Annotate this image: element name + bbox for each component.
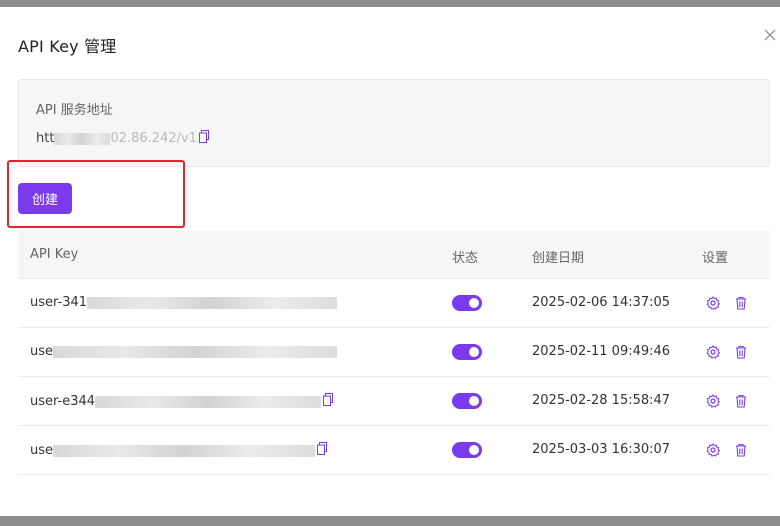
table-row: user-341 2025-02-06 14:37:05 [18,279,770,328]
status-toggle[interactable] [452,295,482,311]
backdrop-bottom [0,516,780,526]
redacted-key [53,345,338,358]
trash-icon[interactable] [734,393,750,409]
redacted-key [95,395,322,408]
status-toggle[interactable] [452,393,482,409]
api-key-prefix: use [30,344,54,359]
api-key-cell: user-e344 [30,393,334,410]
gear-icon[interactable] [706,295,722,311]
api-key-prefix: user-e344 [30,394,96,409]
table-row: use 2025-02-11 09:49:46 [18,328,770,377]
table-header: API Key 状态 创建日期 设置 [18,231,770,279]
backdrop-top [0,0,780,7]
header-created: 创建日期 [532,251,585,266]
gear-icon[interactable] [706,393,722,409]
copy-icon[interactable] [317,442,328,459]
endpoint-url-visible: 02.86.242/v1 [110,131,197,146]
status-toggle[interactable] [452,442,482,458]
copy-icon[interactable] [323,393,334,410]
table-row: use 2025-03-03 16:30:07 [18,426,770,475]
api-key-dialog: API Key 管理 API 服务地址 htt 02.86.242/v1 创建 A… [0,7,780,516]
table-row: user-e344 2025-02-28 15:58:47 [18,377,770,426]
header-settings: 设置 [702,251,729,266]
trash-icon[interactable] [734,295,750,311]
endpoint-url: htt 02.86.242/v1 [36,130,209,147]
api-key-cell: use [30,442,328,459]
api-key-table: API Key 状态 创建日期 设置 user-341 2025-02-06 1… [18,231,770,475]
created-date: 2025-02-11 09:49:46 [532,344,671,359]
close-icon[interactable] [762,27,778,43]
header-status: 状态 [452,251,479,266]
api-key-prefix: user-341 [30,295,88,310]
endpoint-panel: API 服务地址 htt 02.86.242/v1 [18,79,770,167]
created-date: 2025-02-06 14:37:05 [532,295,671,310]
endpoint-url-prefix: htt [36,131,55,146]
copy-icon[interactable] [198,130,209,147]
trash-icon[interactable] [734,344,750,360]
api-key-prefix: use [30,443,54,458]
dialog-title: API Key 管理 [18,37,117,56]
redacted-key [53,444,316,457]
created-date: 2025-03-03 16:30:07 [532,442,671,457]
created-date: 2025-02-28 15:58:47 [532,393,671,408]
gear-icon[interactable] [706,344,722,360]
redacted-key [87,296,338,309]
endpoint-label: API 服务地址 [36,103,113,118]
status-toggle[interactable] [452,344,482,360]
api-key-cell: user-341 [30,295,338,310]
header-api-key: API Key [30,247,79,262]
api-key-cell: use [30,344,338,359]
gear-icon[interactable] [706,442,722,458]
trash-icon[interactable] [734,442,750,458]
create-button[interactable]: 创建 [18,183,72,214]
redacted-segment [54,132,111,145]
